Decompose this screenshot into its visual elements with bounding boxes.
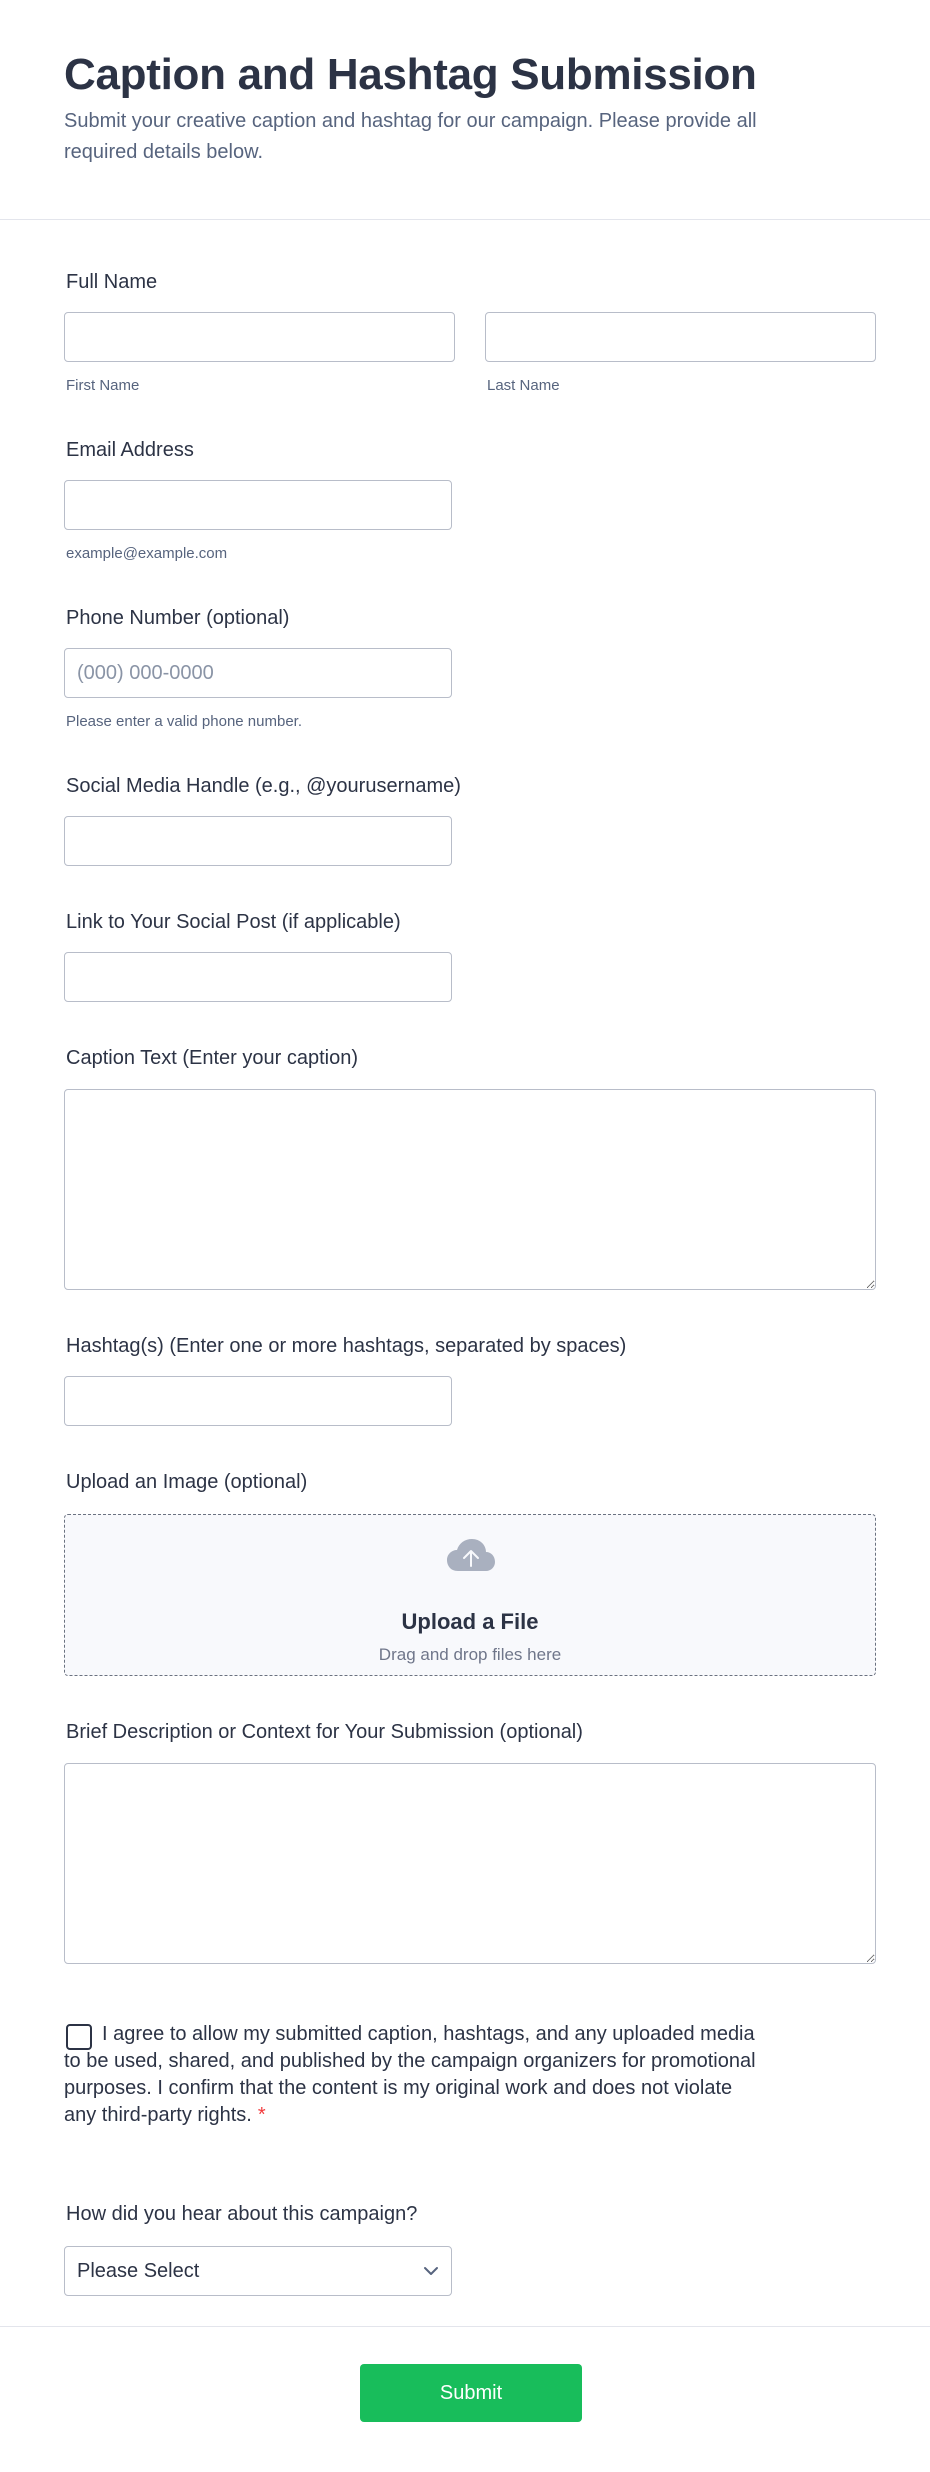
footer-divider	[0, 2326, 930, 2327]
source-select[interactable]: Please Select	[64, 2246, 452, 2296]
hashtags-input[interactable]	[64, 1376, 452, 1426]
hashtags-label: Hashtag(s) (Enter one or more hashtags, …	[66, 1335, 627, 1357]
upload-title: Upload a File	[401, 1609, 539, 1634]
source-select-value: Please Select	[77, 2259, 200, 2282]
phone-input[interactable]	[64, 648, 452, 698]
submit-button[interactable]: Submit	[360, 2364, 582, 2422]
page-subtitle: Submit your creative caption and hashtag…	[64, 110, 757, 163]
social-handle-input[interactable]	[64, 816, 452, 866]
email-label: Email Address	[66, 439, 194, 461]
last-name-input[interactable]	[485, 312, 876, 362]
social-handle-label: Social Media Handle (e.g., @yourusername…	[66, 775, 461, 797]
full-name-label: Full Name	[66, 271, 158, 293]
chevron-down-icon	[424, 2267, 438, 2275]
phone-label: Phone Number (optional)	[66, 607, 290, 629]
last-name-sublabel: Last Name	[487, 377, 560, 394]
first-name-input[interactable]	[64, 312, 455, 362]
description-textarea[interactable]	[64, 1763, 876, 1964]
consent-label: I agree to allow my submitted caption, h…	[64, 2023, 756, 2126]
caption-textarea[interactable]	[64, 1089, 876, 1290]
email-input[interactable]	[64, 480, 452, 530]
cloud-upload-icon	[447, 1539, 495, 1571]
first-name-sublabel: First Name	[66, 377, 140, 394]
form-header: Caption and Hashtag Submission Submit yo…	[0, 0, 930, 220]
file-upload-dropzone[interactable]: Upload a File Drag and drop files here	[64, 1514, 876, 1676]
phone-sublabel: Please enter a valid phone number.	[66, 713, 302, 730]
page-title: Caption and Hashtag Submission	[64, 50, 757, 99]
source-label: How did you hear about this campaign?	[66, 2203, 418, 2225]
email-sublabel: example@example.com	[66, 545, 228, 562]
social-link-label: Link to Your Social Post (if applicable)	[66, 911, 401, 933]
required-mark: *	[257, 2104, 266, 2126]
description-label: Brief Description or Context for Your Su…	[66, 1721, 583, 1743]
upload-label: Upload an Image (optional)	[66, 1471, 308, 1493]
caption-label: Caption Text (Enter your caption)	[66, 1047, 359, 1069]
upload-subtitle: Drag and drop files here	[378, 1645, 562, 1664]
social-link-input[interactable]	[64, 952, 452, 1002]
consent-text: I agree to allow my submitted caption, h…	[64, 2021, 764, 2129]
